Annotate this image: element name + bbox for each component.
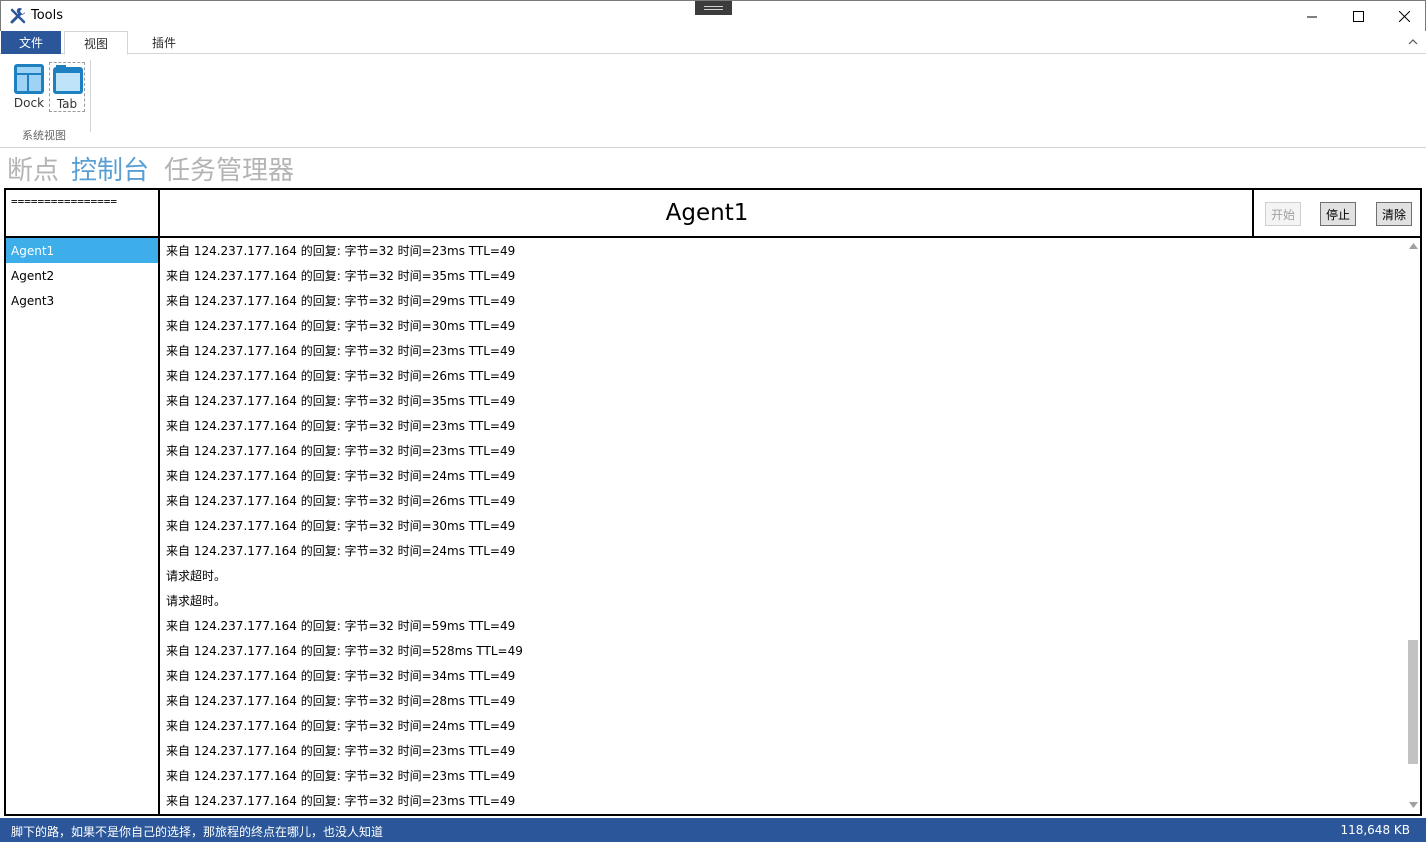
log-line: 来自 124.237.177.164 的回复: 字节=32 时间=35ms TT… (166, 394, 516, 408)
log-line: 来自 124.237.177.164 的回复: 字节=32 时间=34ms TT… (166, 669, 516, 683)
console-panel: ================ Agent1 开始 停止 清除 Agent1 … (4, 188, 1422, 816)
log-line: 来自 124.237.177.164 的回复: 字节=32 时间=26ms TT… (166, 494, 516, 508)
log-line: 来自 124.237.177.164 的回复: 字节=32 时间=29ms TT… (166, 294, 516, 308)
agent-list-item[interactable]: Agent3 (6, 288, 158, 313)
dock-layout-icon (14, 64, 44, 94)
log-line: 请求超时。 (166, 594, 227, 608)
ribbon-tab-bar: 文件 视图 插件 (0, 31, 1426, 55)
log-line: 来自 124.237.177.164 的回复: 字节=32 时间=24ms TT… (166, 719, 516, 733)
agent-list-header: ================ (6, 190, 160, 238)
agent-title: Agent1 (160, 190, 1254, 238)
tab-file[interactable]: 文件 (1, 31, 61, 54)
start-button[interactable]: 开始 (1265, 202, 1301, 226)
vertical-scrollbar[interactable] (1406, 238, 1420, 814)
dock-button[interactable]: Dock (11, 62, 47, 112)
log-line: 来自 124.237.177.164 的回复: 字节=32 时间=23ms TT… (166, 344, 516, 358)
window-title: Tools (31, 8, 64, 23)
ribbon-body: Dock Tab 系统视图 (0, 54, 1426, 148)
agent-list: Agent1 Agent2 Agent3 (6, 238, 160, 814)
tab-view[interactable]: 视图 (64, 31, 128, 55)
log-line: 来自 124.237.177.164 的回复: 字节=32 时间=23ms TT… (166, 419, 516, 433)
status-message: 脚下的路，如果不是你自己的选择，那旅程的终点在哪儿，也没人知道 (11, 825, 384, 839)
tab-task-manager[interactable]: 任务管理器 (164, 150, 294, 187)
status-bar: 脚下的路，如果不是你自己的选择，那旅程的终点在哪儿，也没人知道 118,648 … (0, 818, 1426, 842)
log-line: 来自 124.237.177.164 的回复: 字节=32 时间=23ms TT… (166, 769, 516, 783)
title-bar: Tools (0, 0, 1426, 31)
tools-icon (10, 8, 26, 24)
log-line: 来自 124.237.177.164 的回复: 字节=32 时间=23ms TT… (166, 794, 516, 808)
scroll-thumb[interactable] (1408, 640, 1418, 764)
log-line: 请求超时。 (166, 569, 227, 583)
console-controls: 开始 停止 清除 (1252, 190, 1420, 238)
memory-usage: 118,648 KB (1340, 823, 1410, 837)
log-line: 来自 124.237.177.164 的回复: 字节=32 时间=23ms TT… (166, 444, 516, 458)
log-line: 来自 124.237.177.164 的回复: 字节=32 时间=24ms TT… (166, 469, 516, 483)
log-line: 来自 124.237.177.164 的回复: 字节=32 时间=24ms TT… (166, 544, 516, 558)
agent-list-item[interactable]: Agent1 (6, 238, 158, 263)
log-line: 来自 124.237.177.164 的回复: 字节=32 时间=28ms TT… (166, 694, 516, 708)
drag-handle[interactable] (695, 1, 732, 15)
scroll-down-icon[interactable] (1409, 802, 1418, 808)
log-line: 来自 124.237.177.164 的回复: 字节=32 时间=23ms TT… (166, 244, 516, 258)
clear-button[interactable]: 清除 (1376, 202, 1412, 226)
tab-label: Tab (56, 97, 78, 111)
ribbon-group-label: 系统视图 (22, 129, 66, 142)
log-line: 来自 124.237.177.164 的回复: 字节=32 时间=35ms TT… (166, 269, 516, 283)
maximize-icon (1352, 10, 1364, 22)
log-line: 来自 124.237.177.164 的回复: 字节=32 时间=23ms TT… (166, 744, 516, 758)
dock-label: Dock (13, 96, 45, 110)
close-icon (1398, 10, 1410, 22)
log-line: 来自 124.237.177.164 的回复: 字节=32 时间=30ms TT… (166, 319, 516, 333)
tab-layout-icon (53, 65, 83, 94)
collapse-ribbon-icon[interactable] (1408, 37, 1418, 47)
tab-plugin[interactable]: 插件 (130, 31, 198, 54)
agent-list-item[interactable]: Agent2 (6, 263, 158, 288)
log-line: 来自 124.237.177.164 的回复: 字节=32 时间=528ms T… (166, 644, 523, 658)
tab-view-button[interactable]: Tab (49, 62, 85, 112)
tab-breakpoints[interactable]: 断点 (7, 150, 59, 187)
scroll-up-icon[interactable] (1409, 243, 1418, 249)
stop-button[interactable]: 停止 (1320, 202, 1356, 226)
close-button[interactable] (1381, 1, 1426, 31)
minimize-button[interactable] (1289, 1, 1335, 31)
minimize-icon (1306, 16, 1317, 17)
tab-console[interactable]: 控制台 (71, 150, 149, 187)
log-line: 来自 124.237.177.164 的回复: 字节=32 时间=26ms TT… (166, 369, 516, 383)
log-line: 来自 124.237.177.164 的回复: 字节=32 时间=30ms TT… (166, 519, 516, 533)
console-output[interactable]: 来自 124.237.177.164 的回复: 字节=32 时间=23ms TT… (160, 238, 1406, 814)
maximize-button[interactable] (1335, 1, 1381, 31)
log-line: 来自 124.237.177.164 的回复: 字节=32 时间=59ms TT… (166, 619, 516, 633)
ribbon-group-divider (90, 60, 91, 132)
